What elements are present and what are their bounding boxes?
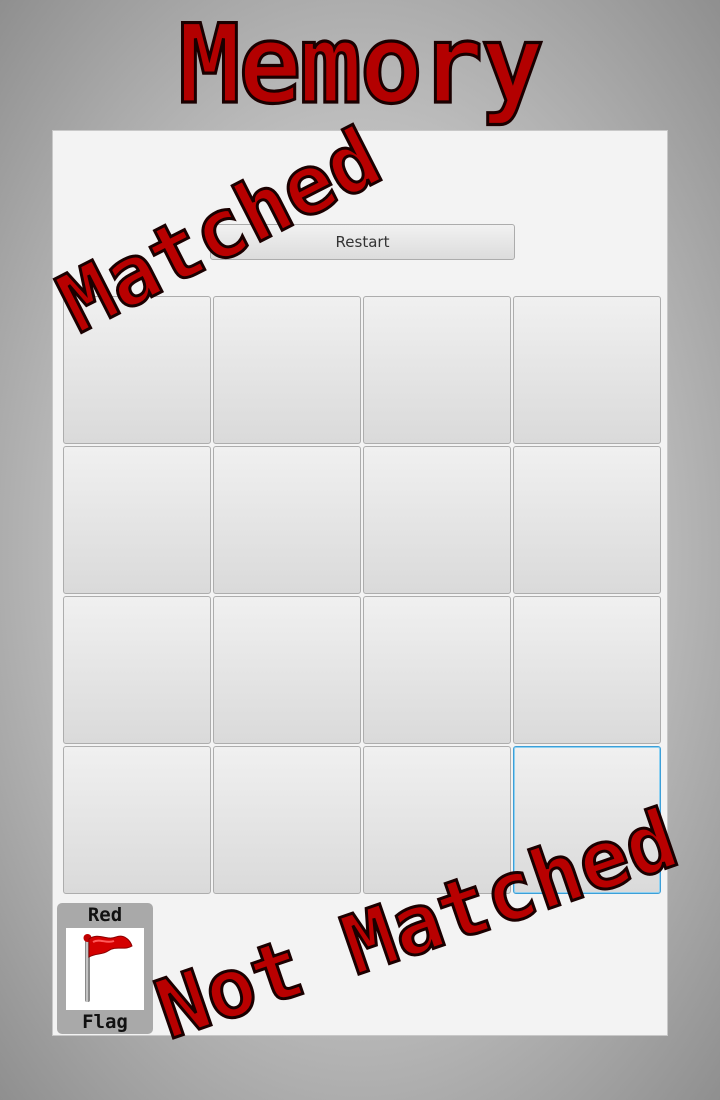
red-flag-icon	[83, 934, 133, 1002]
legend-image	[66, 928, 144, 1010]
card-tile-6[interactable]	[213, 446, 361, 594]
card-grid	[63, 296, 663, 896]
restart-button[interactable]: Restart	[210, 224, 515, 260]
card-tile-11[interactable]	[363, 596, 511, 744]
card-tile-5[interactable]	[63, 446, 211, 594]
card-tile-13[interactable]	[63, 746, 211, 894]
card-tile-14[interactable]	[213, 746, 361, 894]
card-tile-8[interactable]	[513, 446, 661, 594]
card-tile-15[interactable]	[363, 746, 511, 894]
card-tile-10[interactable]	[213, 596, 361, 744]
card-tile-3[interactable]	[363, 296, 511, 444]
card-tile-2[interactable]	[213, 296, 361, 444]
card-tile-16[interactable]	[513, 746, 661, 894]
card-tile-7[interactable]	[363, 446, 511, 594]
game-title: Memory	[177, 0, 546, 129]
legend-top-label: Red	[87, 904, 123, 926]
card-tile-12[interactable]	[513, 596, 661, 744]
card-tile-1[interactable]	[63, 296, 211, 444]
current-card-legend: Red Flag	[57, 903, 153, 1034]
card-tile-4[interactable]	[513, 296, 661, 444]
game-panel: Restart Red Flag	[52, 130, 668, 1036]
card-tile-9[interactable]	[63, 596, 211, 744]
legend-bottom-label: Flag	[82, 1011, 128, 1033]
